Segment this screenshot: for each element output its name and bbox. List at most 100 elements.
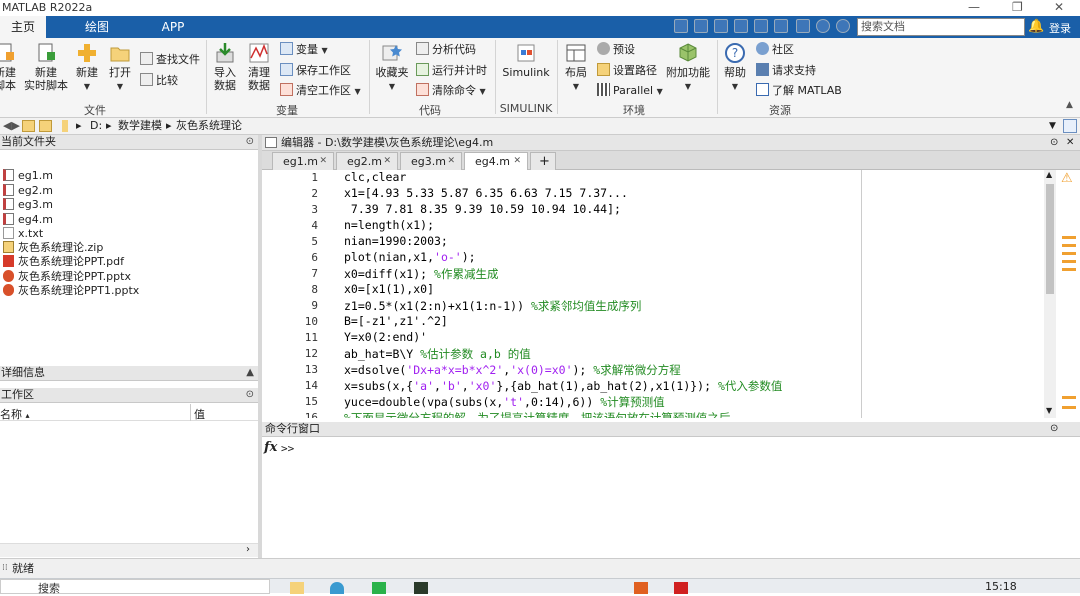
cut-icon[interactable] xyxy=(694,19,708,33)
file-item[interactable]: eg1.m xyxy=(0,169,53,183)
code-line[interactable]: n=length(x1); xyxy=(344,218,434,232)
request-support-button[interactable]: 请求支持 xyxy=(756,63,816,79)
editor-tab-eg4[interactable]: eg4.m ✕ xyxy=(464,152,528,170)
new-tab-button[interactable]: + xyxy=(530,152,556,170)
panel-menu-icon[interactable]: ⊙ xyxy=(246,135,254,149)
minimize-icon[interactable]: — xyxy=(968,0,980,14)
code-line[interactable]: B=[-z1',z1'.^2] xyxy=(344,314,448,328)
options-icon[interactable] xyxy=(836,19,850,33)
login-link[interactable]: 登录 xyxy=(1049,20,1071,36)
clear-workspace-button[interactable]: 清空工作区 ▼ xyxy=(280,83,361,99)
simulink-button[interactable]: Simulink xyxy=(500,42,552,79)
save-icon[interactable] xyxy=(674,19,688,33)
collapse-ribbon-icon[interactable]: ▲ xyxy=(1066,100,1073,110)
code-editor[interactable]: 1 2 3 4 5 6 7 8 9 10 11 12 13 14 15 16 c… xyxy=(262,170,1044,418)
warning-marker[interactable] xyxy=(1062,406,1076,409)
restore-icon[interactable]: ❐ xyxy=(1012,0,1023,14)
file-item[interactable]: eg4.m xyxy=(0,213,53,227)
scroll-down-icon[interactable]: ▼ xyxy=(1046,406,1052,415)
breadcrumb-folder-1[interactable]: 数学建模 xyxy=(118,118,162,134)
file-explorer-icon[interactable] xyxy=(290,582,304,594)
close-tab-icon[interactable]: ✕ xyxy=(383,153,391,170)
code-line[interactable]: x=dsolve('Dx+a*x=b*x^2','x(0)=x0'); %求解常… xyxy=(344,362,681,378)
up-folder-icon[interactable] xyxy=(22,120,35,132)
code-line[interactable]: x1=[4.93 5.33 5.87 6.35 6.63 7.15 7.37..… xyxy=(344,186,628,200)
editor-tab-eg1[interactable]: eg1.m ✕ xyxy=(272,152,334,170)
code-line[interactable]: clc,clear xyxy=(344,170,406,184)
scroll-thumb[interactable] xyxy=(1046,184,1054,294)
code-line[interactable]: nian=1990:2003; xyxy=(344,234,448,248)
search-documentation-input[interactable]: 搜索文档 xyxy=(857,18,1025,36)
paste-icon[interactable] xyxy=(734,19,748,33)
code-line[interactable]: ab_hat=B\Y %估计参数 a,b 的值 xyxy=(344,346,531,362)
clear-commands-button[interactable]: 清除命令 ▼ xyxy=(416,83,486,99)
breadcrumb-drive[interactable]: D: xyxy=(90,118,102,134)
code-line[interactable]: z1=0.5*(x1(2:n)+x1(1:n-1)) %求紧邻均值生成序列 xyxy=(344,298,641,314)
save-workspace-button[interactable]: 保存工作区 xyxy=(280,63,351,79)
back-arrow-icon[interactable]: ◀▶ xyxy=(3,118,20,134)
import-data-button[interactable]: 导入 数据 xyxy=(210,42,240,92)
compare-button[interactable]: 比较 xyxy=(140,73,178,89)
editor-vscrollbar[interactable]: ▲ ▼ xyxy=(1044,170,1056,418)
switch-windows-icon[interactable] xyxy=(796,19,810,33)
warning-icon[interactable]: ⚠ xyxy=(1061,171,1073,186)
analyze-code-button[interactable]: 分析代码 xyxy=(416,42,476,58)
redo-icon[interactable] xyxy=(774,19,788,33)
path-dropdown-icon[interactable]: ▼ xyxy=(1049,118,1056,134)
code-line[interactable]: x0=diff(x1); %作累减生成 xyxy=(344,266,498,282)
run-and-time-button[interactable]: 运行并计时 xyxy=(416,63,487,79)
scroll-up-icon[interactable]: ▲ xyxy=(1046,170,1052,179)
open-button[interactable]: 打开 ▼ xyxy=(106,42,134,93)
file-item[interactable]: eg2.m xyxy=(0,184,53,198)
matlab-taskbar-icon[interactable] xyxy=(634,582,648,594)
code-line[interactable]: plot(nian,x1,'o-'); xyxy=(344,250,476,264)
help-button[interactable]: ? 帮助 ▼ xyxy=(720,42,750,93)
browse-folder-icon[interactable] xyxy=(39,120,52,132)
file-item[interactable]: 灰色系统理论.zip xyxy=(0,241,103,255)
breadcrumb-folder-2[interactable]: 灰色系统理论 xyxy=(176,118,242,134)
learn-matlab-button[interactable]: 了解 MATLAB xyxy=(756,83,842,99)
panel-menu-icon[interactable]: ⊙ xyxy=(1050,135,1058,150)
file-item[interactable]: eg3.m xyxy=(0,198,53,212)
new-script-button[interactable]: 新建 脚本 xyxy=(0,42,20,92)
file-item[interactable]: 灰色系统理论PPT.pptx xyxy=(0,270,131,284)
expand-icon[interactable]: ▲ xyxy=(246,366,254,380)
close-tab-icon[interactable]: ✕ xyxy=(319,153,327,170)
community-button[interactable]: 社区 xyxy=(756,42,794,58)
search-folder-icon[interactable] xyxy=(1063,119,1077,133)
warning-marker[interactable] xyxy=(1062,260,1076,263)
ide-icon[interactable] xyxy=(414,582,428,594)
file-item[interactable]: 灰色系统理论PPT.pdf xyxy=(0,255,124,269)
new-button[interactable]: 新建 ▼ xyxy=(74,42,100,93)
workspace-value-column[interactable]: 值 xyxy=(194,406,205,422)
file-item[interactable]: 灰色系统理论PPT1.pptx xyxy=(0,284,139,298)
scroll-right-icon[interactable]: › xyxy=(246,544,250,555)
code-line[interactable]: x0=[x1(1),x0] xyxy=(344,282,434,296)
close-icon[interactable]: ✕ xyxy=(1054,0,1064,14)
code-line[interactable]: x=subs(x,{'a','b','x0'},{ab_hat(1),ab_ha… xyxy=(344,378,782,394)
parallel-button[interactable]: Parallel ▼ xyxy=(597,83,663,99)
variable-button[interactable]: 变量 ▼ xyxy=(280,42,328,58)
panel-menu-icon[interactable]: ⊙ xyxy=(246,388,254,402)
tab-plots[interactable]: 绘图 xyxy=(70,16,124,38)
warning-marker[interactable] xyxy=(1062,252,1076,255)
editor-tab-eg3[interactable]: eg3.m ✕ xyxy=(400,152,462,170)
warning-marker[interactable] xyxy=(1062,396,1076,399)
tab-apps[interactable]: APP xyxy=(148,16,198,38)
add-ons-button[interactable]: 附加功能 ▼ xyxy=(666,42,710,93)
code-line[interactable]: 7.39 7.81 8.35 9.39 10.59 10.94 10.44]; xyxy=(344,202,621,216)
workspace-name-column[interactable]: 名称 ▴ xyxy=(0,406,30,422)
code-line[interactable]: yuce=double(vpa(subs(x,'t',0:14),6)) %计算… xyxy=(344,394,665,410)
undo-icon[interactable] xyxy=(754,19,768,33)
panel-menu-icon[interactable]: ⊙ xyxy=(1050,422,1058,436)
app-taskbar-icon[interactable] xyxy=(674,582,688,594)
notification-bell-icon[interactable]: 🔔 xyxy=(1028,19,1044,34)
file-item[interactable]: x.txt xyxy=(0,227,43,241)
preferences-button[interactable]: 预设 xyxy=(597,42,635,58)
warning-marker[interactable] xyxy=(1062,236,1076,239)
editor-tab-eg2[interactable]: eg2.m ✕ xyxy=(336,152,398,170)
close-tab-icon[interactable]: ✕ xyxy=(513,153,521,170)
warning-marker[interactable] xyxy=(1062,244,1076,247)
warning-marker[interactable] xyxy=(1062,268,1076,271)
clean-data-button[interactable]: 清理 数据 xyxy=(244,42,274,92)
